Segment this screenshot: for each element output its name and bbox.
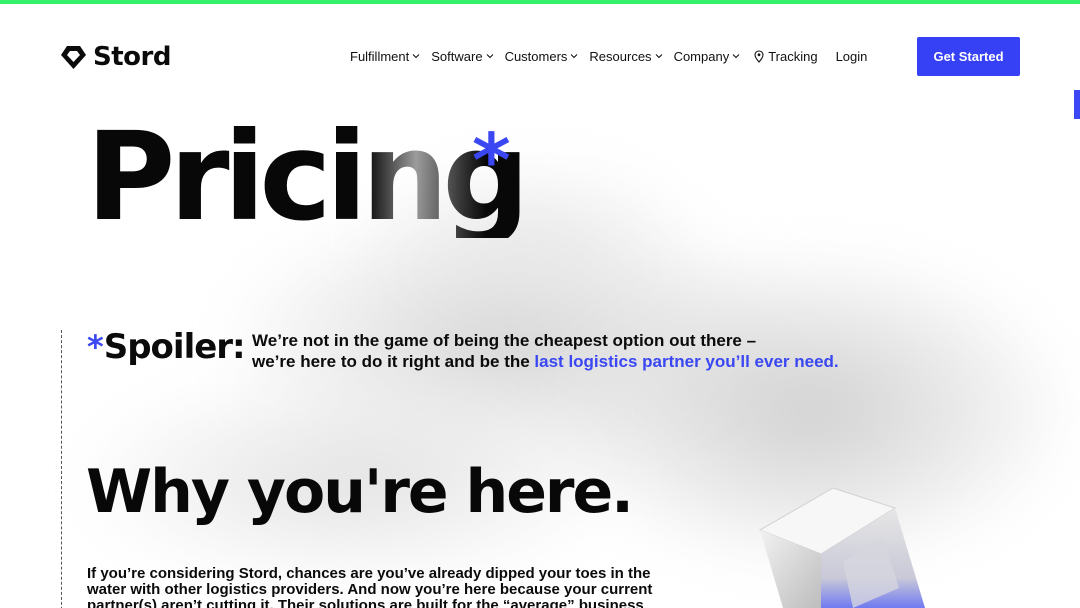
login-link: Login <box>835 48 868 64</box>
spoiler-line-1: We’re not in the game of being the cheap… <box>252 331 757 350</box>
nav-item-label: Resources <box>589 48 652 64</box>
nav-item-fulfillment[interactable]: Fulfillment <box>350 49 420 64</box>
nav-item-label: Software <box>431 48 483 64</box>
spoiler-text: We’re not in the game of being the cheap… <box>252 330 892 372</box>
side-feedback-tab[interactable] <box>1074 90 1080 119</box>
stord-logo-icon <box>61 45 86 69</box>
logo-wordmark: Stord <box>93 42 171 72</box>
spoiler-line-2-prefix: we’re here to do it right and be the <box>252 352 535 371</box>
chevron-down-icon <box>412 54 420 59</box>
nav-item-label: Tracking <box>768 48 818 64</box>
nav-item-software[interactable]: Software <box>431 49 493 64</box>
chevron-down-icon <box>655 54 662 59</box>
main-nav: Fulfillment Software Customers Resources… <box>350 47 867 65</box>
top-accent-bar <box>0 0 1080 4</box>
section-body: If you’re considering Stord, chances are… <box>87 565 653 608</box>
nav-item-resources[interactable]: Resources <box>589 49 662 64</box>
page-title: Pricing <box>86 106 530 248</box>
nav-item-customers[interactable]: Customers <box>505 49 579 64</box>
nav-item-tracking[interactable]: Tracking <box>754 48 818 64</box>
stord-logo[interactable]: Stord <box>60 42 171 72</box>
chevron-down-icon <box>571 54 578 59</box>
section-heading: Why you're here. <box>86 457 634 527</box>
spoiler-line-2: we’re here to do it right and be the las… <box>252 351 892 372</box>
3d-box-illustration <box>758 487 925 608</box>
get-started-button[interactable]: Get Started <box>917 37 1020 76</box>
title-asterisk: * <box>472 118 511 204</box>
dashed-divider <box>61 330 62 608</box>
map-pin-icon <box>754 49 764 63</box>
chevron-down-icon <box>732 54 740 59</box>
spoiler-heading: * Spoiler: <box>87 327 246 367</box>
spoiler-label: Spoiler: <box>103 327 246 367</box>
nav-item-label: Customers <box>504 48 568 64</box>
spoiler-asterisk: * <box>87 328 104 366</box>
nav-item-label: Fulfillment <box>350 48 410 64</box>
nav-item-label: Company <box>673 48 730 64</box>
last-partner-link[interactable]: last logistics partner you’ll ever need. <box>534 352 838 371</box>
nav-item-login[interactable]: Login <box>836 49 868 64</box>
nav-item-company[interactable]: Company <box>674 49 741 64</box>
chevron-down-icon <box>486 54 493 59</box>
